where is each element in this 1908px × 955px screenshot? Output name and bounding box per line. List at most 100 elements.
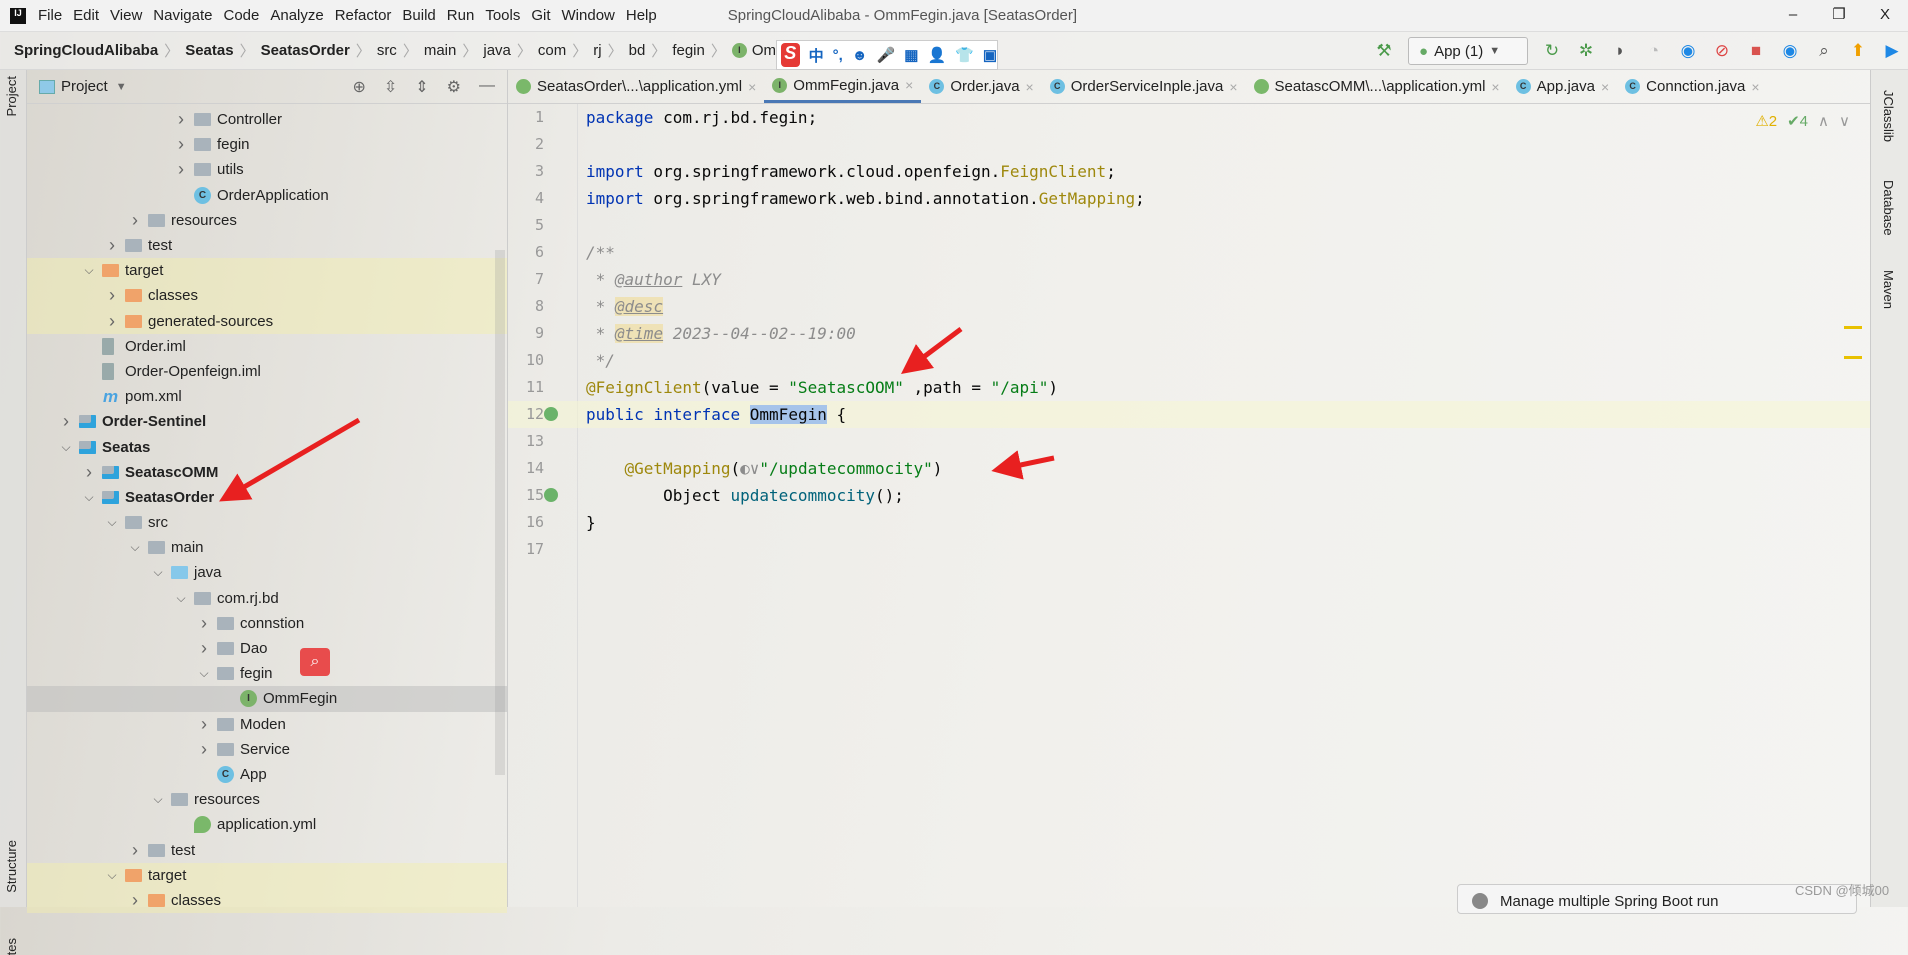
code-line[interactable]: 13 bbox=[508, 428, 1870, 455]
tree-item[interactable]: ⌵ java bbox=[27, 560, 507, 585]
ime-emoji-icon[interactable]: ☻ bbox=[852, 47, 868, 64]
code-line[interactable]: 5 bbox=[508, 212, 1870, 239]
ime-punct[interactable]: °, bbox=[833, 47, 843, 64]
tree-item[interactable]: ⌵ target bbox=[27, 258, 507, 284]
tree-item[interactable]: Order-Openfeign.iml bbox=[27, 359, 507, 384]
warning-stripe[interactable] bbox=[1844, 356, 1862, 359]
close-tab-icon[interactable]: × bbox=[1491, 79, 1499, 95]
build-hammer-icon[interactable]: ⚒ bbox=[1374, 41, 1394, 61]
chevron-right-icon[interactable]: › bbox=[58, 411, 74, 432]
chevron-right-icon[interactable]: › bbox=[127, 210, 143, 231]
tree-item[interactable]: › utils bbox=[27, 157, 507, 182]
tab-app-java[interactable]: C App.java × bbox=[1508, 70, 1618, 103]
chevron-right-icon[interactable]: › bbox=[127, 890, 143, 911]
structure-tool-tab[interactable]: Structure bbox=[4, 840, 19, 893]
expand-all-icon[interactable]: ⇳ bbox=[384, 77, 397, 97]
prev-highlight-icon[interactable]: ∧ bbox=[1818, 112, 1829, 130]
breadcrumb-item[interactable]: src bbox=[377, 42, 397, 59]
menu-item-view[interactable]: View bbox=[110, 7, 142, 24]
tab-orderserviceinple-java[interactable]: C OrderServiceInple.java × bbox=[1042, 70, 1246, 103]
implemented-icon[interactable] bbox=[544, 407, 558, 421]
breadcrumb-item[interactable]: SpringCloudAlibaba bbox=[14, 42, 158, 59]
tree-item[interactable]: › generated-sources bbox=[27, 308, 507, 334]
chevron-right-icon[interactable]: › bbox=[127, 840, 143, 861]
jrebel-run-icon[interactable]: ◉ bbox=[1780, 41, 1800, 61]
ime-skin-icon[interactable]: 👕 bbox=[955, 46, 974, 64]
code-line[interactable]: 14 @GetMapping(◐∨"/updatecommocity") bbox=[508, 455, 1870, 482]
tree-item[interactable]: ⌵ main bbox=[27, 535, 507, 560]
chevron-down-icon[interactable]: ⌵ bbox=[127, 540, 143, 555]
code-line[interactable]: 16} bbox=[508, 509, 1870, 536]
debug-icon[interactable]: ✲ bbox=[1576, 41, 1596, 61]
favorites-tool-tab[interactable]: tes bbox=[4, 938, 19, 955]
breadcrumb-item[interactable]: java bbox=[483, 42, 511, 59]
gear-icon[interactable]: ⚙ bbox=[447, 77, 461, 97]
weak-warnings-count[interactable]: ✔4 bbox=[1787, 112, 1808, 130]
chevron-down-icon[interactable]: ⌵ bbox=[173, 591, 189, 606]
run-config-dropdown[interactable]: ● App (1) ▼ bbox=[1408, 37, 1528, 65]
chevron-right-icon[interactable]: › bbox=[104, 285, 120, 306]
tree-item[interactable]: I OmmFegin bbox=[27, 686, 507, 712]
project-tool-tab[interactable]: Project bbox=[4, 76, 19, 116]
breadcrumb-item[interactable]: SeatasOrder bbox=[261, 42, 350, 59]
close-tab-icon[interactable]: × bbox=[905, 77, 913, 93]
code-line[interactable]: 2 bbox=[508, 131, 1870, 158]
tree-item[interactable]: › test bbox=[27, 837, 507, 862]
chevron-down-icon[interactable]: ⌵ bbox=[150, 565, 166, 580]
tree-item[interactable]: ⌵ fegin bbox=[27, 661, 507, 686]
code-line[interactable]: 12 public interface OmmFegin { bbox=[508, 401, 1870, 428]
code-line[interactable]: 10 */ bbox=[508, 347, 1870, 374]
tab-order-java[interactable]: C Order.java × bbox=[921, 70, 1041, 103]
close-tab-icon[interactable]: × bbox=[1751, 79, 1759, 95]
restore-button[interactable]: ❐ bbox=[1816, 0, 1862, 30]
locate-icon[interactable]: ⊕ bbox=[352, 77, 365, 97]
code-line[interactable]: 17 bbox=[508, 536, 1870, 563]
tab-ommfegin-java[interactable]: I OmmFegin.java × bbox=[764, 70, 922, 103]
maven-tool-tab[interactable]: Maven bbox=[1881, 270, 1896, 309]
chevron-down-icon[interactable]: ⌵ bbox=[81, 490, 97, 505]
menu-item-run[interactable]: Run bbox=[447, 7, 475, 24]
project-scrollbar[interactable] bbox=[495, 250, 505, 775]
coverage-icon[interactable]: ◗ bbox=[1610, 41, 1630, 61]
stop-icon[interactable]: ■ bbox=[1746, 41, 1766, 61]
tree-item[interactable]: › SeatascOMM bbox=[27, 460, 507, 485]
tab-connction-java[interactable]: C Connction.java × bbox=[1617, 70, 1767, 103]
inspection-widget[interactable]: ⚠2 ✔4 ∧ ∨ bbox=[1755, 112, 1850, 130]
search-icon[interactable]: ⌕ bbox=[1814, 41, 1834, 61]
menu-item-code[interactable]: Code bbox=[223, 7, 259, 24]
ime-voice-icon[interactable]: 🎤 bbox=[877, 46, 896, 64]
next-highlight-icon[interactable]: ∨ bbox=[1839, 112, 1850, 130]
toolbox-icon[interactable]: ▶ bbox=[1882, 41, 1902, 61]
breadcrumb-item[interactable]: bd bbox=[629, 42, 646, 59]
code-line[interactable]: 8 * @desc bbox=[508, 293, 1870, 320]
chevron-down-icon[interactable]: ⌵ bbox=[150, 792, 166, 807]
code-line[interactable]: 9 * @time 2023--04--02--19:00 bbox=[508, 320, 1870, 347]
tree-item[interactable]: › classes bbox=[27, 887, 507, 913]
chevron-right-icon[interactable]: › bbox=[196, 638, 212, 659]
tree-item[interactable]: C OrderApplication bbox=[27, 183, 507, 208]
menu-item-tools[interactable]: Tools bbox=[485, 7, 520, 24]
menu-item-edit[interactable]: Edit bbox=[73, 7, 99, 24]
menu-item-window[interactable]: Window bbox=[562, 7, 615, 24]
tree-item[interactable]: › connstion bbox=[27, 611, 507, 636]
ime-tools-icon[interactable]: ▣ bbox=[983, 46, 997, 64]
chevron-right-icon[interactable]: › bbox=[173, 134, 189, 155]
debug-stop-icon[interactable]: ⊘ bbox=[1712, 41, 1732, 61]
breadcrumb-item[interactable]: fegin bbox=[672, 42, 705, 59]
tab-seatascomm-application-yml[interactable]: SeatascOMM\...\application.yml × bbox=[1246, 70, 1508, 103]
menu-item-analyze[interactable]: Analyze bbox=[270, 7, 323, 24]
tree-item[interactable]: › Dao bbox=[27, 636, 507, 661]
chevron-down-icon[interactable]: ⌵ bbox=[58, 440, 74, 455]
code-line[interactable]: 7 * @author LXY bbox=[508, 266, 1870, 293]
chevron-right-icon[interactable]: › bbox=[173, 159, 189, 180]
tree-item[interactable]: application.yml bbox=[27, 812, 507, 837]
ime-user-icon[interactable]: 👤 bbox=[927, 46, 946, 64]
search-badge-icon[interactable]: ⌕ bbox=[300, 648, 330, 676]
database-tool-tab[interactable]: Database bbox=[1881, 180, 1896, 236]
close-tab-icon[interactable]: × bbox=[1026, 79, 1034, 95]
code-line[interactable]: 1 package com.rj.bd.fegin; bbox=[508, 104, 1870, 131]
code-line[interactable]: 6 /** bbox=[508, 239, 1870, 266]
code-line[interactable]: 15 Object updatecommocity(); bbox=[508, 482, 1870, 509]
rerun-icon[interactable]: ↻ bbox=[1542, 41, 1562, 61]
update-icon[interactable]: ⬆ bbox=[1848, 41, 1868, 61]
